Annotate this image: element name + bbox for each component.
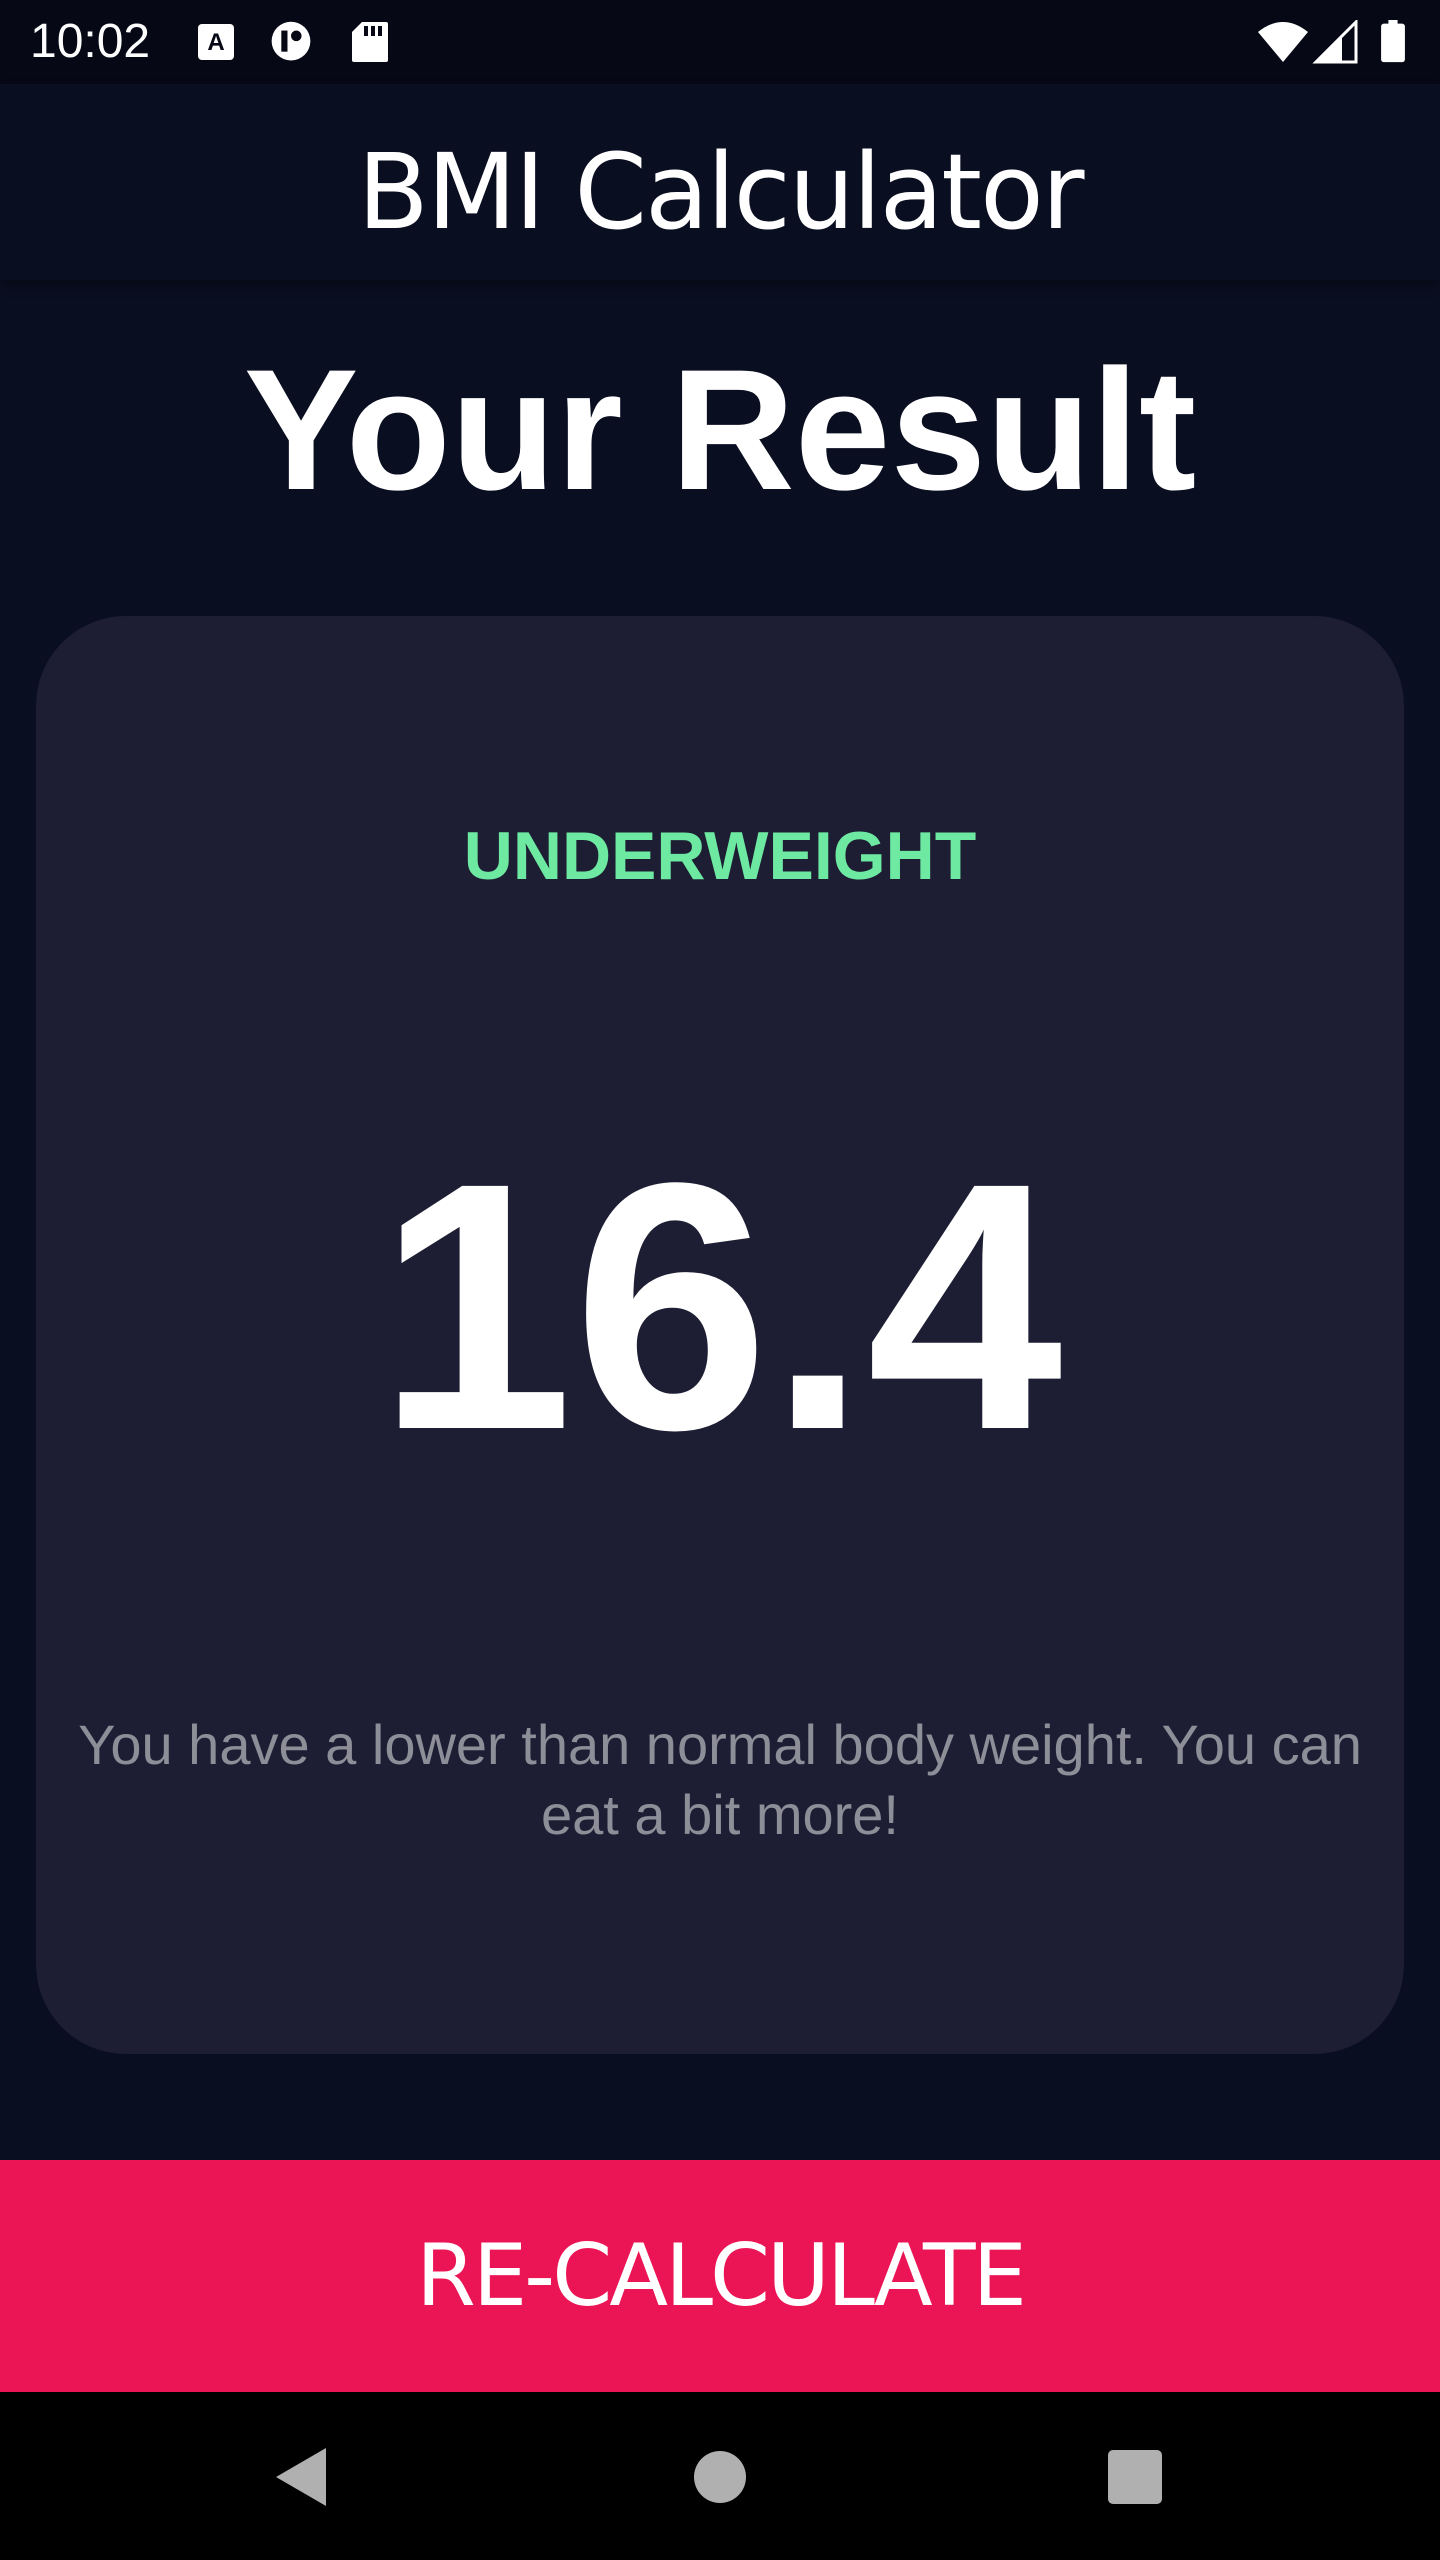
a-notification-icon: A (198, 24, 234, 60)
bmi-interpretation: You have a lower than normal body weight… (78, 1713, 1362, 1846)
status-time: 10:02 (30, 15, 151, 68)
battery-icon (1381, 20, 1405, 63)
bmi-status-label: UNDERWEIGHT (463, 818, 977, 894)
screen: 10:02 A BMI Calculator Your Result UNDER… (0, 0, 1440, 2560)
back-icon[interactable] (258, 2432, 348, 2522)
recalculate-button[interactable]: RE-CALCULATE (0, 2160, 1440, 2392)
recalculate-button-label: RE-CALCULATE (416, 2226, 1027, 2326)
wifi-icon (1258, 22, 1308, 62)
result-card: UNDERWEIGHT 16.4 You have a lower than n… (36, 616, 1404, 2054)
page-title: Your Result (243, 334, 1197, 526)
home-icon[interactable] (675, 2432, 765, 2522)
app-bar: BMI Calculator (0, 84, 1440, 280)
app-notification-icon (271, 21, 311, 61)
bmi-value: 16.4 (377, 1109, 1063, 1503)
navigation-bar (0, 2392, 1440, 2560)
status-bar: 10:02 A (0, 0, 1440, 84)
app-title: BMI Calculator (357, 131, 1085, 253)
sd-card-icon (352, 22, 388, 62)
cell-signal-icon (1312, 20, 1358, 64)
svg-text:A: A (207, 29, 224, 56)
recents-icon[interactable] (1090, 2432, 1180, 2522)
